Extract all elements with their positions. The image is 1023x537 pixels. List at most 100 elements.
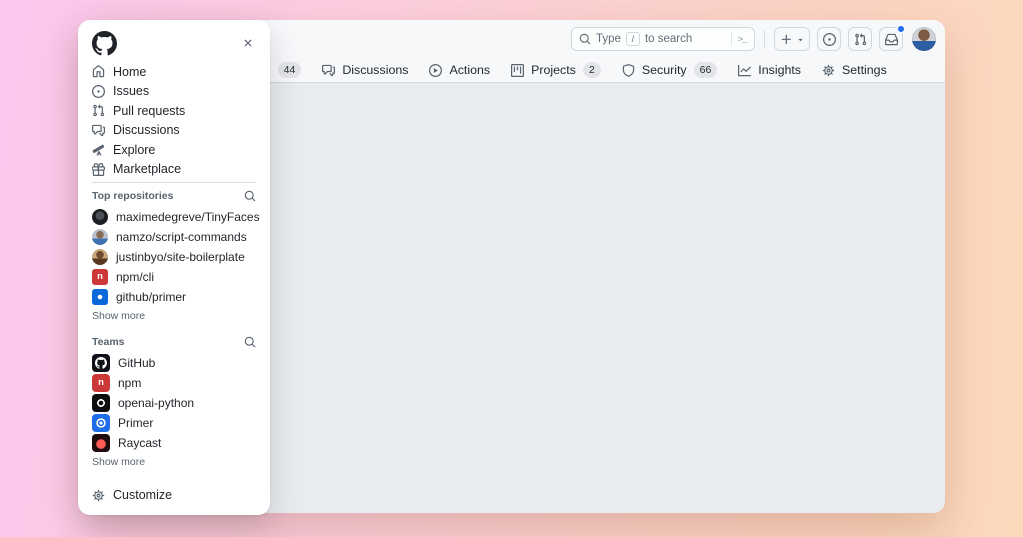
create-new-button[interactable] [774, 27, 810, 51]
pull-requests-button[interactable] [848, 27, 872, 51]
tab-count-badge: 2 [583, 62, 601, 78]
gear-icon [92, 489, 105, 502]
repo-item[interactable]: npm/cli [92, 267, 256, 287]
teams-section: Teams GitHub npm openai-python Primer Ra… [92, 331, 256, 471]
team-name: Raycast [118, 436, 161, 450]
user-avatar[interactable] [912, 27, 936, 51]
customize-button[interactable]: Customize [92, 485, 172, 505]
git-pull-request-icon [854, 33, 867, 46]
command-palette-icon[interactable]: >_ [738, 34, 747, 45]
home-icon [92, 65, 105, 78]
nav-item-label: Marketplace [113, 162, 181, 176]
team-avatar [92, 434, 110, 452]
repo-item[interactable]: namzo/script-commands [92, 227, 256, 247]
team-name: openai-python [118, 396, 194, 410]
repo-name: github/primer [116, 290, 186, 304]
team-name: npm [118, 376, 141, 390]
tab-actions[interactable]: Actions [429, 63, 490, 77]
section-title: Top repositories [92, 190, 173, 202]
team-name: Primer [118, 416, 153, 430]
team-item[interactable]: Raycast [92, 433, 256, 453]
repo-avatar [92, 269, 108, 285]
team-item[interactable]: npm [92, 373, 256, 393]
repos-show-more[interactable]: Show more [92, 307, 256, 325]
repo-search-button[interactable] [244, 190, 256, 202]
search-input[interactable]: Type / to search >_ [571, 27, 755, 51]
github-mark-icon [95, 357, 107, 369]
drawer-nav: Home Issues Pull requests Discussions Ex… [92, 62, 256, 179]
section-title: Teams [92, 336, 125, 348]
drawer-divider [92, 182, 256, 183]
tab-count-badge: 66 [694, 62, 718, 78]
tab-projects[interactable]: Projects 2 [511, 62, 601, 78]
inbox-button[interactable] [879, 27, 903, 51]
notification-dot [897, 25, 905, 33]
search-icon [579, 33, 591, 45]
team-name: GitHub [118, 356, 155, 370]
project-icon [511, 64, 524, 77]
team-avatar [92, 394, 110, 412]
team-avatar [92, 354, 110, 372]
tab-label: Discussions [342, 63, 408, 77]
team-item[interactable]: openai-python [92, 393, 256, 413]
teams-show-more[interactable]: Show more [92, 453, 256, 471]
repo-name: justinbyo/site-boilerplate [116, 250, 245, 264]
nav-item-issues[interactable]: Issues [92, 82, 256, 102]
gift-icon [92, 163, 105, 176]
issue-opened-icon [92, 85, 105, 98]
top-repositories-section: Top repositories maximedegreve/TinyFaces… [92, 185, 256, 325]
nav-item-label: Issues [113, 84, 149, 98]
gear-icon [822, 64, 835, 77]
repo-item[interactable]: maximedegreve/TinyFaces [92, 207, 256, 227]
tab-insights[interactable]: Insights [738, 63, 801, 77]
search-placeholder: Type [596, 33, 621, 45]
nav-item-label: Pull requests [113, 104, 185, 118]
github-logo [92, 31, 117, 56]
issues-button[interactable] [817, 27, 841, 51]
repo-item[interactable]: github/primer [92, 287, 256, 307]
team-item[interactable]: GitHub [92, 353, 256, 373]
repo-name: namzo/script-commands [116, 230, 247, 244]
graph-icon [738, 64, 751, 77]
tab-discussions[interactable]: Discussions [322, 63, 408, 77]
team-avatar [92, 414, 110, 432]
tab-count-badge: 44 [278, 62, 302, 78]
nav-item-discussions[interactable]: Discussions [92, 121, 256, 141]
telescope-icon [92, 143, 105, 156]
tab-label: Settings [842, 63, 887, 77]
repo-avatar [92, 289, 108, 305]
tab-settings[interactable]: Settings [822, 63, 887, 77]
comment-discussion-icon [322, 64, 335, 77]
repo-avatar [92, 209, 108, 225]
nav-item-label: Home [113, 65, 146, 79]
header-divider [764, 30, 765, 48]
team-item[interactable]: Primer [92, 413, 256, 433]
git-pull-request-icon [92, 104, 105, 117]
search-divider [731, 32, 732, 46]
close-icon [242, 37, 254, 49]
repo-item[interactable]: justinbyo/site-boilerplate [92, 247, 256, 267]
close-drawer-button[interactable] [240, 35, 256, 51]
team-search-button[interactable] [244, 336, 256, 348]
tab-label: Security [642, 63, 687, 77]
nav-item-marketplace[interactable]: Marketplace [92, 160, 256, 180]
play-icon [429, 64, 442, 77]
search-icon [244, 336, 256, 348]
repo-avatar [92, 229, 108, 245]
nav-item-home[interactable]: Home [92, 62, 256, 82]
slash-key: / [626, 32, 640, 46]
tab-label: Projects [531, 63, 576, 77]
tab-label: Actions [449, 63, 490, 77]
nav-item-explore[interactable]: Explore [92, 140, 256, 160]
customize-label: Customize [113, 488, 172, 502]
plus-icon [780, 33, 793, 46]
tab-security[interactable]: Security 66 [622, 62, 717, 78]
comment-discussion-icon [92, 124, 105, 137]
chevron-down-icon [796, 35, 805, 44]
repo-name: maximedegreve/TinyFaces [116, 210, 260, 224]
search-icon [244, 190, 256, 202]
tab-label: Insights [758, 63, 801, 77]
repo-name: npm/cli [116, 270, 154, 284]
shield-icon [622, 64, 635, 77]
nav-item-pull-requests[interactable]: Pull requests [92, 101, 256, 121]
